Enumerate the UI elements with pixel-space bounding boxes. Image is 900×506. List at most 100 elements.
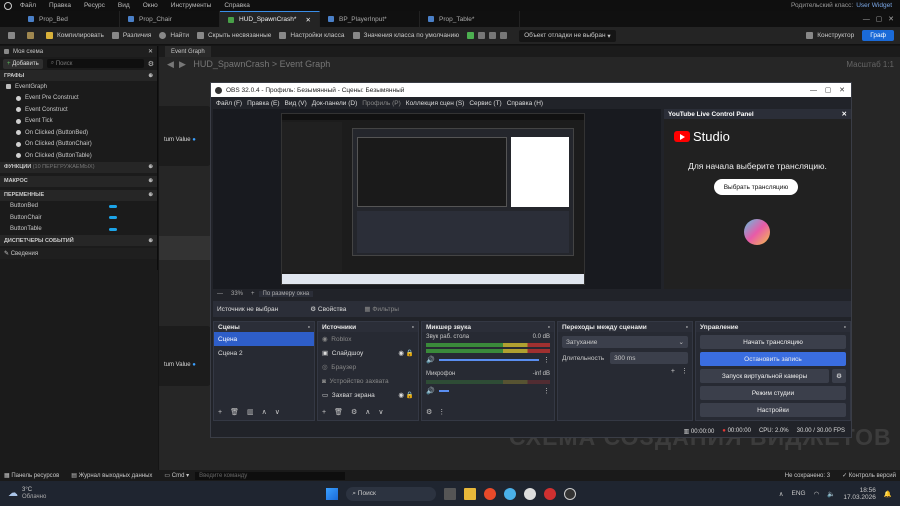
start-virtual-camera-button[interactable]: Запуск виртуальной камеры <box>700 369 829 383</box>
more-icon[interactable]: ⋮ <box>543 387 550 395</box>
event-graph-item[interactable]: EventGraph <box>0 81 157 93</box>
dock-undock-icon[interactable]: ▫ <box>844 324 846 331</box>
taskbar-search[interactable]: ⌕ Поиск <box>346 486 437 501</box>
filters-button[interactable]: ▦ Фильтры <box>364 305 398 313</box>
scene-item[interactable]: Сцена 2 <box>214 346 314 360</box>
tab-prop-table[interactable]: Prop_Table* <box>420 11 520 27</box>
event-item[interactable]: Event Tick <box>0 116 157 128</box>
variable-item[interactable]: ButtonTable <box>0 224 157 236</box>
chevron-up-icon[interactable]: ∧ <box>779 490 784 498</box>
eye-icon[interactable]: ◉ 🔒 <box>398 391 414 399</box>
variables-section[interactable]: ПЕРЕМЕННЫЕ ⊕ <box>0 189 157 201</box>
menu-tools[interactable]: Инструменты <box>171 2 212 9</box>
add-icon[interactable]: + <box>671 368 675 375</box>
eye-icon[interactable]: ◉ 🔒 <box>398 349 414 357</box>
menu-edit[interactable]: Правка <box>49 2 71 9</box>
breadcrumb-root[interactable]: HUD_SpawnCrash <box>193 59 269 69</box>
functions-section[interactable]: ФУНКЦИИ (10 ПЕРЕГРУЖАЕМЫХ) ⊕ <box>0 161 157 173</box>
dock-undock-icon[interactable]: ▫ <box>412 324 414 331</box>
notification-icon[interactable]: 🔔 <box>884 490 892 498</box>
zoom-out-icon[interactable]: — <box>217 291 223 297</box>
menu-window[interactable]: Окно <box>143 2 158 9</box>
event-item[interactable]: On Clicked (ButtonChair) <box>0 139 157 151</box>
speaker-icon[interactable]: 🔊 <box>426 356 435 364</box>
volume-slider[interactable] <box>438 390 449 392</box>
duration-input[interactable]: 300 ms <box>610 352 688 364</box>
unsaved-indicator[interactable]: Не сохранено: 3 <box>785 473 830 479</box>
tab-bp-playerinput[interactable]: BP_PlayerInput* <box>320 11 420 27</box>
search-input[interactable]: ⌕ Поиск <box>46 59 144 68</box>
obs-menu-help[interactable]: Справка (H) <box>507 100 543 107</box>
cmd-input[interactable]: Введите команду <box>195 471 346 480</box>
event-item[interactable]: On Clicked (ButtonTable) <box>0 150 157 162</box>
scene-item[interactable]: Сцена <box>214 332 314 346</box>
graphs-section[interactable]: ГРАФЫ ⊕ <box>0 70 157 81</box>
windows-start-icon[interactable] <box>326 487 339 500</box>
forward-icon[interactable]: ▶ <box>179 59 186 70</box>
compile-button[interactable]: Компилировать <box>46 32 104 39</box>
obs-menu-tools[interactable]: Сервис (T) <box>469 100 501 107</box>
source-item[interactable]: ▣ Слайдшоу ◉ 🔒 <box>318 346 418 360</box>
source-item[interactable]: ◎ Браузер <box>318 360 418 374</box>
menu-view[interactable]: Вид <box>118 2 130 9</box>
more-icon[interactable]: ⋮ <box>681 367 688 375</box>
dock-undock-icon[interactable]: ▫ <box>548 324 550 331</box>
add-icon[interactable]: ⊕ <box>148 178 153 184</box>
variable-item[interactable]: ButtonBed <box>0 201 157 213</box>
input-language[interactable]: ENG <box>792 490 806 497</box>
gear-icon[interactable]: ⚙ <box>148 60 154 68</box>
obs-menu-edit[interactable]: Правка (E) <box>247 100 279 107</box>
add-button[interactable]: + Добавить <box>3 58 43 69</box>
obs-menu-profile[interactable]: Профиль (P) <box>362 100 401 107</box>
obs-window-controls[interactable]: — ▢ ✕ <box>810 86 845 94</box>
source-item[interactable]: ▭ Захват экрана ◉ 🔒 <box>318 388 418 402</box>
dispatchers-section[interactable]: ДИСПЕТЧЕРЫ СОБЫТИЙ ⊕ <box>0 235 157 246</box>
studio-mode-button[interactable]: Режим студии <box>700 386 846 400</box>
obs-menu-file[interactable]: Файл (F) <box>216 100 242 107</box>
more-icon[interactable]: ⋮ <box>438 408 445 416</box>
source-control-button[interactable]: ✓ Контроль версий <box>842 472 896 479</box>
graph-node[interactable] <box>159 106 211 166</box>
trash-icon[interactable]: 🗑 <box>230 408 239 416</box>
variable-item[interactable]: ButtonChair <box>0 212 157 224</box>
obs-menu-docks[interactable]: Док-панели (D) <box>312 100 357 107</box>
add-icon[interactable]: ⊕ <box>148 192 153 198</box>
dock-undock-icon[interactable]: ▫ <box>308 324 310 331</box>
start-streaming-button[interactable]: Начать трансляцию <box>700 335 846 349</box>
tab-prop-bed[interactable]: Prop_Bed <box>20 11 120 27</box>
speaker-icon[interactable]: 🔊 <box>426 387 435 395</box>
debug-object-select[interactable]: Объект отладки не выбран ▾ <box>519 29 616 42</box>
source-item[interactable]: ◙ Устройство захвата <box>318 374 418 388</box>
dock-undock-icon[interactable]: ▫ <box>686 324 688 331</box>
app-icon[interactable] <box>504 487 517 500</box>
add-icon[interactable]: ⊕ <box>148 164 153 170</box>
close-icon[interactable]: ✕ <box>842 110 847 118</box>
obs-icon[interactable] <box>564 487 577 500</box>
firefox-icon[interactable] <box>484 487 497 500</box>
graph-node[interactable] <box>159 326 211 386</box>
wifi-icon[interactable]: ◠ <box>814 490 820 498</box>
trash-icon[interactable]: 🗑 <box>334 408 343 416</box>
stop-recording-button[interactable]: Остановить запись <box>700 352 846 366</box>
graph-node[interactable] <box>159 236 211 260</box>
save-icon[interactable] <box>8 32 19 39</box>
tab-hud-spawncrash[interactable]: HUD_SpawnCrash* ✕ <box>220 11 320 27</box>
graph-button[interactable]: Граф <box>862 30 894 41</box>
up-icon[interactable]: ∧ <box>365 408 370 416</box>
tab-prop-chair[interactable]: Prop_Chair <box>120 11 220 27</box>
designer-button[interactable]: Конструктор <box>806 32 854 39</box>
speaker-icon[interactable]: 🔈 <box>827 490 835 498</box>
down-icon[interactable]: ∨ <box>378 408 383 416</box>
up-icon[interactable]: ∧ <box>262 408 267 416</box>
add-icon[interactable]: + <box>322 409 326 416</box>
class-settings-button[interactable]: Настройки класса <box>279 32 345 39</box>
event-item[interactable]: On Clicked (ButtonBed) <box>0 127 157 139</box>
output-log-button[interactable]: ▤ Журнал выходных данных <box>71 472 152 479</box>
hide-unrelated-button[interactable]: Скрыть несвязанные <box>196 32 271 39</box>
unreal-icon[interactable] <box>524 487 537 500</box>
select-broadcast-button[interactable]: Выбрать трансляцию <box>714 179 798 195</box>
play-icon[interactable] <box>467 32 511 39</box>
media-icon[interactable] <box>544 487 557 500</box>
browse-icon[interactable] <box>27 32 38 39</box>
graph-tab[interactable]: Event Graph <box>165 46 211 57</box>
